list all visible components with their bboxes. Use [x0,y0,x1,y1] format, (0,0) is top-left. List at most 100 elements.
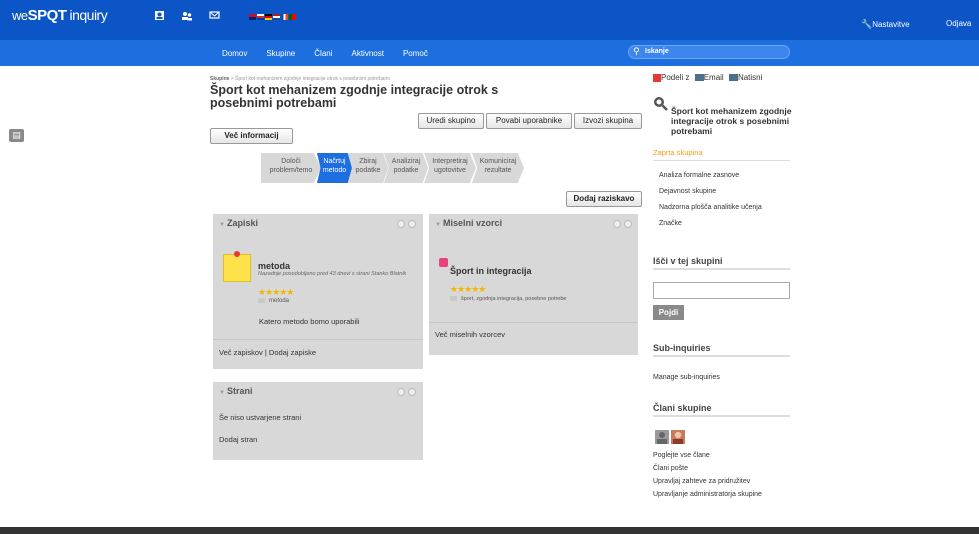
mindmap-rating[interactable]: ★★★★★ [450,284,486,295]
invite-users-button[interactable]: Povabi uporabnike [486,113,572,129]
note-question: Katero metodo bomo uporabili [259,317,360,326]
closed-group-label: Zaprta skupina [653,148,703,157]
settings-link[interactable]: 🔧Nastavitve [861,19,910,30]
page-title: Šport kot mehanizem zgodnje integracije … [210,83,499,110]
sticky-note-icon [223,251,251,282]
breadcrumb-groups-link[interactable]: Skupine [210,76,229,82]
language-flags[interactable] [249,14,296,20]
panel-edit-icon[interactable] [613,220,621,228]
nav-item-activity[interactable]: Aktivnost [352,49,384,58]
more-mindmaps-link[interactable]: Več miselnih vzorcev [435,330,505,339]
phase-communicate[interactable]: Komuniciraj rezultate [472,153,524,183]
sidebar-link-group-activity[interactable]: Dejavnost skupine [659,188,716,195]
more-info-button[interactable]: Več informacij [210,128,293,144]
feedback-icon[interactable]: ▤ [9,129,24,142]
divider [429,322,638,323]
notes-panel: ▼ Zapiski metoda Nazadnje posodobljeno pr… [213,214,423,369]
note-meta: Nazadnje posodobljeno pred 43 dnevi s st… [258,271,407,277]
divider [653,268,790,270]
phase-analyse[interactable]: Analiziraj podatke [384,153,428,183]
sidebar-link-badges[interactable]: Značke [659,220,682,227]
sidebar-link-formal-analysis[interactable]: Analiza formalne zasnove [659,172,739,179]
add-research-button[interactable]: Dodaj raziskavo [566,191,642,207]
add-page-link[interactable]: Dodaj stran [219,435,257,444]
pages-panel: ▼ Strani Še niso ustvarjene strani Dodaj … [213,382,423,460]
sidebar-link-learning-dashboard[interactable]: Nadzorna plošča analitike učenja [659,204,762,211]
pages-panel-header[interactable]: ▼ Strani [219,386,252,396]
panel-edit-icon[interactable] [397,220,405,228]
group-magnifier-icon [653,96,669,112]
nav-item-groups[interactable]: Skupine [266,49,295,58]
notes-footer: Več zapiskov | Dodaj zapiske [219,348,317,357]
note-title[interactable]: metoda [258,261,290,271]
tag-icon [450,296,457,302]
search-icon: ⚲ [633,46,640,56]
mindmap-tags: šport, zgodnja integracija, posebne potr… [450,296,567,302]
flag-fr-icon[interactable] [281,14,288,20]
note-rating[interactable]: ★★★★★ [258,287,294,298]
group-admins-link[interactable]: Upravljanje administratorja skupine [653,491,762,498]
export-group-button[interactable]: Izvozi skupina [574,113,642,129]
nav-item-help[interactable]: Pomoč [403,49,428,58]
email-link[interactable]: Email [704,73,724,82]
nav-item-home[interactable]: Domov [222,49,247,58]
main-nav: Domov Skupine Člani Aktivnost Pomoč [0,40,979,66]
phase-interpret[interactable]: Interpretiraj ugotovitve [424,153,476,183]
contacts-icon[interactable] [153,10,165,22]
no-pages-text: Še niso ustvarjene strani [219,413,302,422]
email-members-link[interactable]: Člani pošte [653,465,688,472]
join-requests-link[interactable]: Upravljaj zahteve za pridružitev [653,478,750,485]
footer-bar [0,527,979,534]
print-link[interactable]: Natisni [738,73,762,82]
flag-sl-icon[interactable] [257,14,264,20]
panel-close-icon[interactable] [408,220,416,228]
mindmap-title[interactable]: Šport in integracija [450,266,532,276]
panel-edit-icon[interactable] [397,388,405,396]
divider [213,339,423,340]
notes-panel-header[interactable]: ▼ Zapiski [219,218,258,228]
flag-en-icon[interactable] [249,14,256,20]
mindmap-icon [439,258,448,267]
nav-items: Domov Skupine Člani Aktivnost Pomoč [222,49,428,58]
top-bar: weSPQT inquiry 🔧Nastavitve Odjava [0,0,979,40]
wrench-icon: 🔧 [861,19,873,29]
flag-pt-icon[interactable] [289,14,296,20]
sub-inquiries-heading: Sub-inquiries [653,343,711,353]
flag-nl-icon[interactable] [273,14,280,20]
mindmaps-panel-header[interactable]: ▼ Miselni vzorci [435,218,502,228]
print-icon [728,74,738,82]
share-link[interactable]: Podeli z [661,73,689,82]
mail-icon[interactable] [208,10,220,22]
view-all-members-link[interactable]: Poglejte vse člane [653,452,710,459]
panel-close-icon[interactable] [408,388,416,396]
more-notes-link[interactable]: Več zapiskov [219,348,263,357]
group-search-input[interactable] [653,282,790,299]
nav-item-members[interactable]: Člani [314,49,332,58]
tag-icon [258,298,265,303]
logo[interactable]: weSPQT inquiry [12,7,108,24]
member-avatar[interactable] [671,430,685,444]
collapse-icon: ▼ [435,222,441,228]
member-avatar[interactable] [655,430,669,444]
search-input[interactable]: ⚲ Iskanje [628,45,790,59]
group-search-button[interactable]: Pojdi [653,305,684,320]
collapse-icon: ▼ [219,390,225,396]
manage-sub-inquiries-link[interactable]: Manage sub-inquiries [653,374,720,381]
email-icon [694,74,704,82]
collapse-icon: ▼ [219,222,225,228]
share-bar: Podeli z Email Natisni [653,73,762,82]
note-tags: metoda [258,298,289,304]
divider [653,355,790,357]
users-icon[interactable] [181,10,193,22]
inquiry-phases: Določi problem/temo Načrtuj metodo Zbira… [261,153,524,183]
phase-collect[interactable]: Zbiraj podatke [348,153,388,183]
members-heading: Člani skupine [653,403,712,413]
panel-close-icon[interactable] [624,220,632,228]
flag-de-icon[interactable] [265,14,272,20]
phase-plan[interactable]: Načrtuj metodo [317,153,352,183]
logout-link[interactable]: Odjava [946,19,971,28]
phase-define[interactable]: Določi problem/temo [261,153,321,183]
mindmaps-panel: ▼ Miselni vzorci Šport in integracija ★★★… [429,214,638,355]
edit-group-button[interactable]: Uredi skupino [418,113,484,129]
add-notes-link[interactable]: Dodaj zapiske [269,348,316,357]
